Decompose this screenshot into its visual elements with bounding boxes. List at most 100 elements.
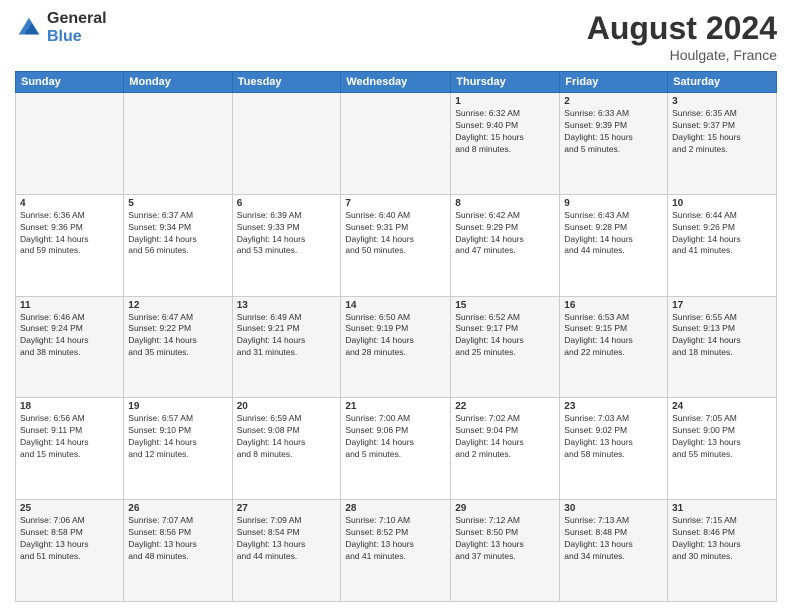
page: General Blue August 2024 Houlgate, Franc… (0, 0, 792, 612)
day-info: Daylight: 14 hours (20, 437, 119, 449)
header-cell-wednesday: Wednesday (341, 72, 451, 93)
header-cell-thursday: Thursday (451, 72, 560, 93)
day-info: and 41 minutes. (345, 551, 446, 563)
day-info: and 22 minutes. (564, 347, 663, 359)
day-cell: 14Sunrise: 6:50 AMSunset: 9:19 PMDayligh… (341, 296, 451, 398)
logo-text: General Blue (47, 10, 107, 45)
day-info: and 38 minutes. (20, 347, 119, 359)
logo-blue: Blue (47, 28, 107, 46)
day-cell: 28Sunrise: 7:10 AMSunset: 8:52 PMDayligh… (341, 500, 451, 602)
day-cell: 31Sunrise: 7:15 AMSunset: 8:46 PMDayligh… (668, 500, 777, 602)
day-info: Sunset: 9:10 PM (128, 425, 227, 437)
day-number: 15 (455, 300, 555, 311)
day-cell: 13Sunrise: 6:49 AMSunset: 9:21 PMDayligh… (232, 296, 341, 398)
day-info: Daylight: 15 hours (455, 132, 555, 144)
day-number: 25 (20, 503, 119, 514)
day-number: 21 (345, 401, 446, 412)
day-info: Sunset: 8:48 PM (564, 527, 663, 539)
day-cell: 17Sunrise: 6:55 AMSunset: 9:13 PMDayligh… (668, 296, 777, 398)
day-info: Sunrise: 6:44 AM (672, 210, 772, 222)
day-number: 6 (237, 198, 337, 209)
day-number: 18 (20, 401, 119, 412)
day-info: Sunset: 8:52 PM (345, 527, 446, 539)
day-info: Sunrise: 6:46 AM (20, 312, 119, 324)
day-cell: 25Sunrise: 7:06 AMSunset: 8:58 PMDayligh… (16, 500, 124, 602)
month-year: August 2024 (587, 10, 777, 47)
day-number: 19 (128, 401, 227, 412)
day-cell: 3Sunrise: 6:35 AMSunset: 9:37 PMDaylight… (668, 93, 777, 195)
day-info: Sunset: 9:04 PM (455, 425, 555, 437)
day-info: Sunrise: 6:39 AM (237, 210, 337, 222)
day-info: Daylight: 14 hours (672, 335, 772, 347)
day-info: and 18 minutes. (672, 347, 772, 359)
day-info: Daylight: 13 hours (237, 539, 337, 551)
day-info: Daylight: 15 hours (672, 132, 772, 144)
day-number: 13 (237, 300, 337, 311)
day-info: Daylight: 14 hours (237, 335, 337, 347)
day-number: 7 (345, 198, 446, 209)
day-info: Daylight: 14 hours (20, 335, 119, 347)
day-cell: 29Sunrise: 7:12 AMSunset: 8:50 PMDayligh… (451, 500, 560, 602)
day-info: Daylight: 14 hours (672, 234, 772, 246)
day-info: Sunset: 9:34 PM (128, 222, 227, 234)
day-info: and 53 minutes. (237, 245, 337, 257)
day-info: Sunset: 9:31 PM (345, 222, 446, 234)
day-cell: 11Sunrise: 6:46 AMSunset: 9:24 PMDayligh… (16, 296, 124, 398)
day-cell: 22Sunrise: 7:02 AMSunset: 9:04 PMDayligh… (451, 398, 560, 500)
day-info: Daylight: 13 hours (564, 539, 663, 551)
day-info: Sunrise: 6:40 AM (345, 210, 446, 222)
day-info: Sunrise: 7:00 AM (345, 413, 446, 425)
header-cell-sunday: Sunday (16, 72, 124, 93)
day-info: and 44 minutes. (237, 551, 337, 563)
day-info: Daylight: 15 hours (564, 132, 663, 144)
day-info: Sunset: 9:13 PM (672, 323, 772, 335)
day-number: 5 (128, 198, 227, 209)
day-info: Sunset: 9:21 PM (237, 323, 337, 335)
calendar-table: SundayMondayTuesdayWednesdayThursdayFrid… (15, 71, 777, 602)
day-number: 23 (564, 401, 663, 412)
day-info: Sunrise: 7:07 AM (128, 515, 227, 527)
day-info: Sunset: 8:56 PM (128, 527, 227, 539)
day-info: Daylight: 14 hours (345, 234, 446, 246)
day-info: Sunrise: 6:32 AM (455, 108, 555, 120)
day-info: Sunrise: 6:59 AM (237, 413, 337, 425)
day-info: Sunrise: 7:13 AM (564, 515, 663, 527)
header-cell-friday: Friday (560, 72, 668, 93)
day-info: Sunset: 9:08 PM (237, 425, 337, 437)
day-number: 28 (345, 503, 446, 514)
day-info: and 5 minutes. (345, 449, 446, 461)
day-info: and 30 minutes. (672, 551, 772, 563)
day-info: Sunset: 9:19 PM (345, 323, 446, 335)
day-info: and 37 minutes. (455, 551, 555, 563)
week-row-3: 18Sunrise: 6:56 AMSunset: 9:11 PMDayligh… (16, 398, 777, 500)
day-info: and 28 minutes. (345, 347, 446, 359)
day-info: and 55 minutes. (672, 449, 772, 461)
day-info: Sunset: 8:58 PM (20, 527, 119, 539)
title-block: August 2024 Houlgate, France (587, 10, 777, 63)
day-cell: 6Sunrise: 6:39 AMSunset: 9:33 PMDaylight… (232, 194, 341, 296)
day-info: Sunrise: 7:09 AM (237, 515, 337, 527)
day-info: and 51 minutes. (20, 551, 119, 563)
day-cell: 9Sunrise: 6:43 AMSunset: 9:28 PMDaylight… (560, 194, 668, 296)
day-info: Daylight: 14 hours (564, 234, 663, 246)
day-number: 2 (564, 96, 663, 107)
logo: General Blue (15, 10, 107, 45)
day-number: 22 (455, 401, 555, 412)
day-info: and 50 minutes. (345, 245, 446, 257)
day-info: and 25 minutes. (455, 347, 555, 359)
day-cell: 1Sunrise: 6:32 AMSunset: 9:40 PMDaylight… (451, 93, 560, 195)
day-info: Sunset: 9:40 PM (455, 120, 555, 132)
day-info: Sunset: 9:29 PM (455, 222, 555, 234)
day-info: Sunset: 8:46 PM (672, 527, 772, 539)
day-info: Daylight: 14 hours (237, 437, 337, 449)
day-info: Daylight: 14 hours (345, 437, 446, 449)
day-cell: 27Sunrise: 7:09 AMSunset: 8:54 PMDayligh… (232, 500, 341, 602)
header-cell-saturday: Saturday (668, 72, 777, 93)
day-number: 24 (672, 401, 772, 412)
day-info: Sunset: 9:15 PM (564, 323, 663, 335)
day-number: 16 (564, 300, 663, 311)
day-info: Sunset: 9:33 PM (237, 222, 337, 234)
day-info: Daylight: 13 hours (564, 437, 663, 449)
day-info: Sunset: 9:24 PM (20, 323, 119, 335)
day-info: Daylight: 14 hours (455, 335, 555, 347)
